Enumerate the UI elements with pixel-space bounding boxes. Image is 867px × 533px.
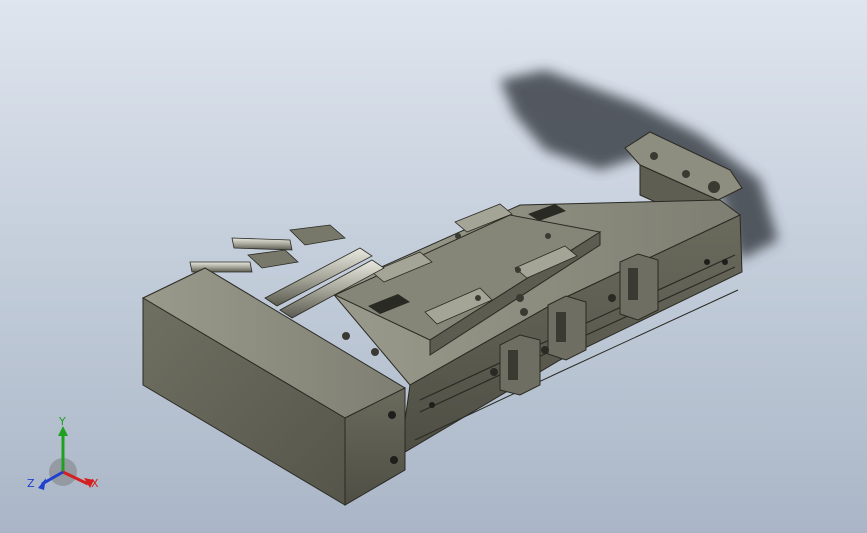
y-axis-label: Y bbox=[58, 415, 66, 428]
model-canvas[interactable]: Y X Z bbox=[0, 0, 867, 533]
axis-triad[interactable]: Y X Z bbox=[27, 415, 99, 490]
cad-viewport[interactable]: Y X Z bbox=[0, 0, 867, 533]
x-axis-label: X bbox=[91, 477, 99, 490]
z-axis-label: Z bbox=[27, 477, 35, 490]
z-axis-arrow bbox=[38, 478, 46, 490]
sensor-bracket-2 bbox=[541, 295, 587, 361]
